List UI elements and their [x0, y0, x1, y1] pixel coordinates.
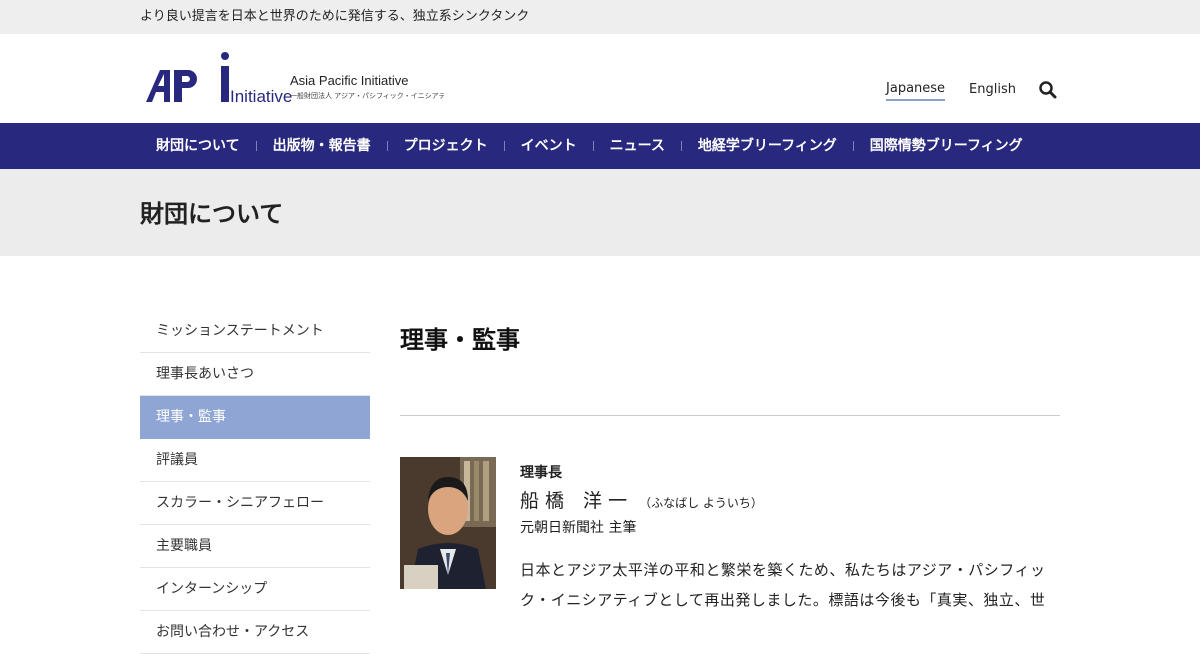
- lang-english-link[interactable]: English: [969, 82, 1016, 100]
- sidebar-item-councilors[interactable]: 評議員: [140, 439, 370, 482]
- main-nav: 財団について 出版物・報告書 プロジェクト イベント ニュース 地経学ブリーフィ…: [0, 123, 1200, 169]
- main-content: 理事・監事 理事長 船 橋 洋 一 （ふなばし よういち） 元朝日新聞社 主筆 …: [400, 310, 1060, 654]
- logo-sub: 一般財団法人 アジア・パシフィック・イニシアティブ: [290, 91, 444, 100]
- sidebar-item-greeting[interactable]: 理事長あいさつ: [140, 353, 370, 396]
- nav-item-geoeconomics-briefing[interactable]: 地経学ブリーフィング: [682, 123, 853, 169]
- sidebar-item-contact[interactable]: お問い合わせ・アクセス: [140, 611, 370, 654]
- search-icon[interactable]: [1038, 80, 1060, 102]
- person-card: 理事長 船 橋 洋 一 （ふなばし よういち） 元朝日新聞社 主筆 日本とアジア太…: [400, 457, 1060, 615]
- person-role: 理事長: [520, 465, 562, 481]
- language-switcher: Japanese English: [862, 80, 1060, 102]
- page-title: 財団について: [140, 200, 284, 228]
- tagline: より良い提言を日本と世界のために発信する、独立系シンクタンク: [140, 9, 530, 24]
- logo-word: Initiative: [230, 87, 292, 106]
- divider: [400, 415, 1060, 416]
- content-area: ミッションステートメント 理事長あいさつ 理事・監事 評議員 スカラー・シニアフ…: [140, 256, 1060, 654]
- nav-item-publications[interactable]: 出版物・報告書: [257, 123, 387, 169]
- person-affiliation: 元朝日新聞社 主筆: [520, 520, 637, 536]
- person-name-kana: （ふなばし よういち）: [639, 496, 763, 510]
- person-name: 船 橋 洋 一: [520, 490, 628, 512]
- person-bio: 日本とアジア太平洋の平和と繁栄を築くため、私たちはアジア・パシフィック・イニシア…: [520, 561, 1046, 609]
- sidebar-item-directors[interactable]: 理事・監事: [140, 396, 370, 439]
- api-logo[interactable]: Initiative Asia Pacific Initiative 一般財団法…: [144, 52, 459, 108]
- sidebar-item-internship[interactable]: インターンシップ: [140, 568, 370, 611]
- nav-item-events[interactable]: イベント: [505, 123, 593, 169]
- sidebar-nav: ミッションステートメント 理事長あいさつ 理事・監事 評議員 スカラー・シニアフ…: [140, 310, 370, 654]
- sidebar-item-mission[interactable]: ミッションステートメント: [140, 310, 370, 353]
- nav-item-news[interactable]: ニュース: [594, 123, 681, 169]
- nav-item-about[interactable]: 財団について: [140, 123, 256, 169]
- page-hero: 財団について: [0, 169, 1200, 256]
- logo-name: Asia Pacific Initiative: [290, 73, 409, 88]
- api-logo-mark-icon: Initiative Asia Pacific Initiative 一般財団法…: [146, 52, 459, 106]
- nav-item-international-briefing[interactable]: 国際情勢ブリーフィング: [854, 123, 1039, 169]
- top-bar: より良い提言を日本と世界のために発信する、独立系シンクタンク: [0, 0, 1200, 34]
- section-title: 理事・監事: [400, 326, 520, 354]
- person-photo: [400, 457, 496, 589]
- nav-item-projects[interactable]: プロジェクト: [388, 123, 504, 169]
- sidebar-item-scholars[interactable]: スカラー・シニアフェロー: [140, 482, 370, 525]
- site-header: Initiative Asia Pacific Initiative 一般財団法…: [140, 34, 1060, 123]
- person-name-row: 船 橋 洋 一 （ふなばし よういち）: [520, 486, 1060, 513]
- lang-japanese-link[interactable]: Japanese: [886, 81, 946, 101]
- sidebar-item-staff[interactable]: 主要職員: [140, 525, 370, 568]
- person-info: 理事長 船 橋 洋 一 （ふなばし よういち） 元朝日新聞社 主筆 日本とアジア太…: [520, 457, 1060, 615]
